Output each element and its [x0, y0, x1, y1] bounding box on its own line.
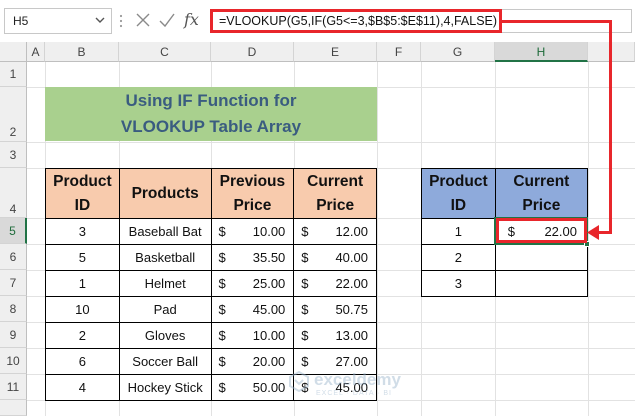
watermark-logo: exceldemy EXCEL · DATA · BI — [288, 368, 448, 408]
watermark-name: exceldemy — [314, 370, 401, 389]
name-box-value: H5 — [13, 14, 29, 28]
title-line-1: Using IF Function for — [125, 91, 297, 110]
cell-product[interactable]: Gloves — [118, 322, 212, 349]
cell-lookup-id[interactable]: 3 — [421, 270, 496, 297]
row-header-5[interactable]: 5 — [0, 218, 27, 244]
column-header-g[interactable]: G — [421, 42, 495, 62]
cell-product-id[interactable]: 4 — [45, 374, 120, 401]
cell-product[interactable]: Basketball — [118, 244, 212, 271]
worksheet-grid[interactable]: A B C D E F G H I 1 2 3 4 5 6 7 8 9 10 1… — [0, 42, 635, 416]
cell-previous-price[interactable]: $10.00 — [210, 218, 295, 245]
table-row: 3 Baseball Bat $10.00 $12.00 — [45, 218, 377, 245]
cell-product[interactable]: Hockey Stick — [118, 374, 212, 401]
row-header-8[interactable]: 8 — [0, 296, 27, 322]
table-row: 1 Helmet $25.00 $22.00 — [45, 270, 377, 297]
select-all-corner[interactable] — [0, 42, 27, 62]
arrow-segment — [502, 20, 612, 23]
cell-previous-price[interactable]: $10.00 — [210, 322, 295, 349]
column-header-e[interactable]: E — [294, 42, 377, 62]
row-header-11[interactable]: 11 — [0, 374, 27, 400]
header-cell[interactable]: Product ID — [421, 168, 496, 219]
gridline — [27, 142, 635, 143]
exceldemy-logo-icon — [289, 370, 309, 392]
cell-current-price[interactable]: $12.00 — [293, 218, 377, 245]
cell-lookup-price[interactable] — [494, 244, 589, 271]
row-header-12[interactable] — [0, 400, 27, 416]
cell-product-id[interactable]: 2 — [45, 322, 120, 349]
header-cell[interactable]: Products — [118, 168, 212, 219]
table-row: 2 — [421, 244, 589, 271]
cell-current-price[interactable]: $22.00 — [293, 270, 377, 297]
cell-previous-price[interactable]: $20.00 — [210, 348, 295, 375]
drag-handle-icon[interactable] — [118, 12, 124, 30]
column-header-b[interactable]: B — [45, 42, 119, 62]
cell-product-id[interactable]: 5 — [45, 244, 120, 271]
column-header-f[interactable]: F — [377, 42, 421, 62]
sheet-title[interactable]: Using IF Function for VLOOKUP Table Arra… — [45, 87, 377, 141]
cell-product[interactable]: Baseball Bat — [118, 218, 212, 245]
column-header-c[interactable]: C — [119, 42, 211, 62]
name-box[interactable]: H5 — [4, 8, 112, 34]
row-header-3[interactable]: 3 — [0, 142, 27, 168]
cell-previous-price[interactable]: $35.50 — [210, 244, 295, 271]
cell-lookup-price[interactable] — [494, 270, 589, 297]
cell-product-id[interactable]: 10 — [45, 296, 120, 323]
cell-product[interactable]: Soccer Ball — [118, 348, 212, 375]
row-header-10[interactable]: 10 — [0, 348, 27, 374]
cell-product-id[interactable]: 6 — [45, 348, 120, 375]
cell-current-price[interactable]: $50.75 — [293, 296, 377, 323]
header-cell[interactable]: Product ID — [45, 168, 120, 219]
insert-function-icon[interactable]: fx — [184, 10, 199, 29]
table-row: 5 Basketball $35.50 $40.00 — [45, 244, 377, 271]
row-header-1[interactable]: 1 — [0, 62, 27, 87]
row-header-2[interactable]: 2 — [0, 87, 27, 142]
row-header-4[interactable]: 4 — [0, 168, 27, 218]
chevron-down-icon[interactable] — [95, 15, 105, 25]
column-header-h[interactable]: H — [495, 42, 588, 62]
watermark-tagline: EXCEL · DATA · BI — [316, 390, 392, 397]
cell-lookup-id[interactable]: 2 — [421, 244, 496, 271]
cell-previous-price[interactable]: $25.00 — [210, 270, 295, 297]
table-row: 10 Pad $45.00 $50.75 — [45, 296, 377, 323]
header-cell[interactable]: Current Price — [494, 168, 589, 219]
table-row: 2 Gloves $10.00 $13.00 — [45, 322, 377, 349]
row-header-7[interactable]: 7 — [0, 270, 27, 296]
arrow-head-icon — [587, 225, 599, 240]
row-header-6[interactable]: 6 — [0, 244, 27, 270]
product-price-table: Product ID Products Previous Price Current… — [45, 168, 377, 401]
cell-product[interactable]: Pad — [118, 296, 212, 323]
cell-previous-price[interactable]: $50.00 — [210, 374, 295, 401]
cell-lookup-id[interactable]: 1 — [421, 218, 496, 245]
cell-previous-price[interactable]: $45.00 — [210, 296, 295, 323]
column-header-a[interactable]: A — [27, 42, 45, 62]
header-cell[interactable]: Previous Price — [210, 168, 295, 219]
column-header-d[interactable]: D — [211, 42, 294, 62]
cell-product-id[interactable]: 1 — [45, 270, 120, 297]
table-row: 3 — [421, 270, 589, 297]
enter-icon[interactable] — [158, 10, 176, 30]
row-header-9[interactable]: 9 — [0, 322, 27, 348]
highlight-box — [496, 218, 587, 243]
cell-current-price[interactable]: $40.00 — [293, 244, 377, 271]
cell-product-id[interactable]: 3 — [45, 218, 120, 245]
header-cell[interactable]: Current Price — [293, 168, 377, 219]
cell-product[interactable]: Helmet — [118, 270, 212, 297]
arrow-segment — [609, 20, 612, 234]
cell-current-price[interactable]: $13.00 — [293, 322, 377, 349]
formula-input[interactable]: =VLOOKUP(G5,IF(G5<=3,$B$5:$E$11),4,FALSE… — [210, 9, 502, 33]
cancel-icon[interactable] — [134, 10, 152, 30]
gridline — [377, 62, 378, 416]
title-line-2: VLOOKUP Table Array — [120, 117, 302, 136]
